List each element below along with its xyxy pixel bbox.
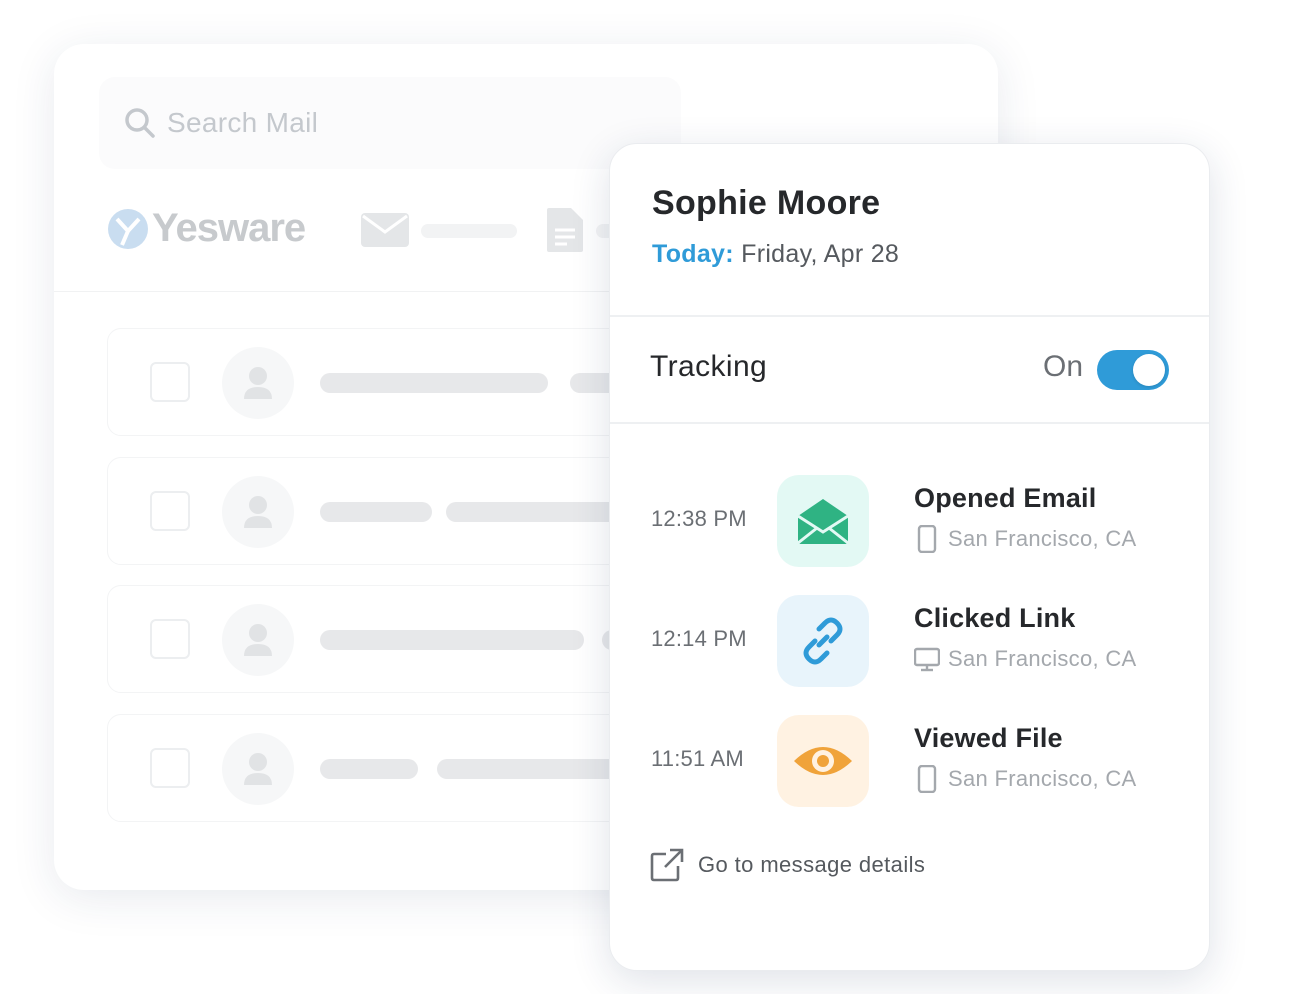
avatar [222,476,294,548]
link-icon [803,617,843,665]
placeholder-bar [320,630,584,650]
yesware-logo: Yesware [108,206,306,251]
yesware-logo-icon [108,208,148,249]
activity-event-opened-email[interactable]: 12:38 PM Opened Email San Francisco, CA [610,475,1209,567]
divider [610,422,1209,424]
mobile-icon [917,525,937,553]
event-time: 11:51 AM [651,746,744,771]
event-time: 12:14 PM [651,626,747,651]
row-checkbox[interactable] [150,748,190,788]
details-link-label: Go to message details [698,852,926,877]
eye-icon [794,747,852,775]
avatar [222,604,294,676]
event-icon-tile [777,475,869,567]
search-bar[interactable]: Search Mail [99,77,681,169]
tracking-card: Sophie Moore Today: Friday, Apr 28 Track… [609,143,1210,971]
search-icon [125,108,155,138]
placeholder-bar [320,502,432,522]
row-checkbox[interactable] [150,491,190,531]
external-link-icon [650,848,684,882]
today-label: Today: [652,240,734,268]
avatar [222,347,294,419]
stage: Search Mail Yesware Sophie Moore Today: … [0,0,1306,994]
activity-event-clicked-link[interactable]: 12:14 PM Clicked Link San Francisco, CA [610,595,1209,687]
placeholder-bar [320,373,548,393]
row-checkbox[interactable] [150,362,190,402]
tracking-toggle[interactable] [1097,350,1169,390]
brand-row: Yesware [108,206,676,256]
location-text: San Francisco, CA [948,766,1137,791]
row-checkbox[interactable] [150,619,190,659]
event-location: San Francisco, CA [914,525,1137,553]
date-value: Friday, Apr 28 [733,240,900,268]
location-text: San Francisco, CA [948,646,1137,671]
event-time: 12:38 PM [651,506,747,531]
placeholder-bar [320,759,418,779]
document-icon[interactable] [545,206,585,254]
go-to-message-details-link[interactable]: Go to message details [650,848,925,882]
avatar [222,733,294,805]
date-line: Today: Friday, Apr 28 [652,240,899,269]
tracking-label: Tracking [650,350,768,383]
mail-icon[interactable] [360,210,410,250]
tracking-state-label: On [1043,350,1084,383]
event-icon-tile [777,595,869,687]
contact-name: Sophie Moore [652,184,881,222]
event-location: San Francisco, CA [914,645,1137,673]
open-envelope-icon [797,499,849,545]
brand-name: Yesware [152,206,306,250]
divider [610,315,1209,317]
event-location: San Francisco, CA [914,765,1137,793]
event-title: Viewed File [914,723,1063,753]
event-title: Clicked Link [914,603,1076,633]
search-placeholder: Search Mail [167,107,319,138]
desktop-icon [914,647,940,672]
toggle-knob [1133,354,1165,386]
activity-event-viewed-file[interactable]: 11:51 AM Viewed File San Francisco, CA [610,715,1209,807]
event-icon-tile [777,715,869,807]
placeholder-bar [421,224,517,238]
mobile-icon [917,765,937,793]
location-text: San Francisco, CA [948,526,1137,551]
event-title: Opened Email [914,483,1097,513]
